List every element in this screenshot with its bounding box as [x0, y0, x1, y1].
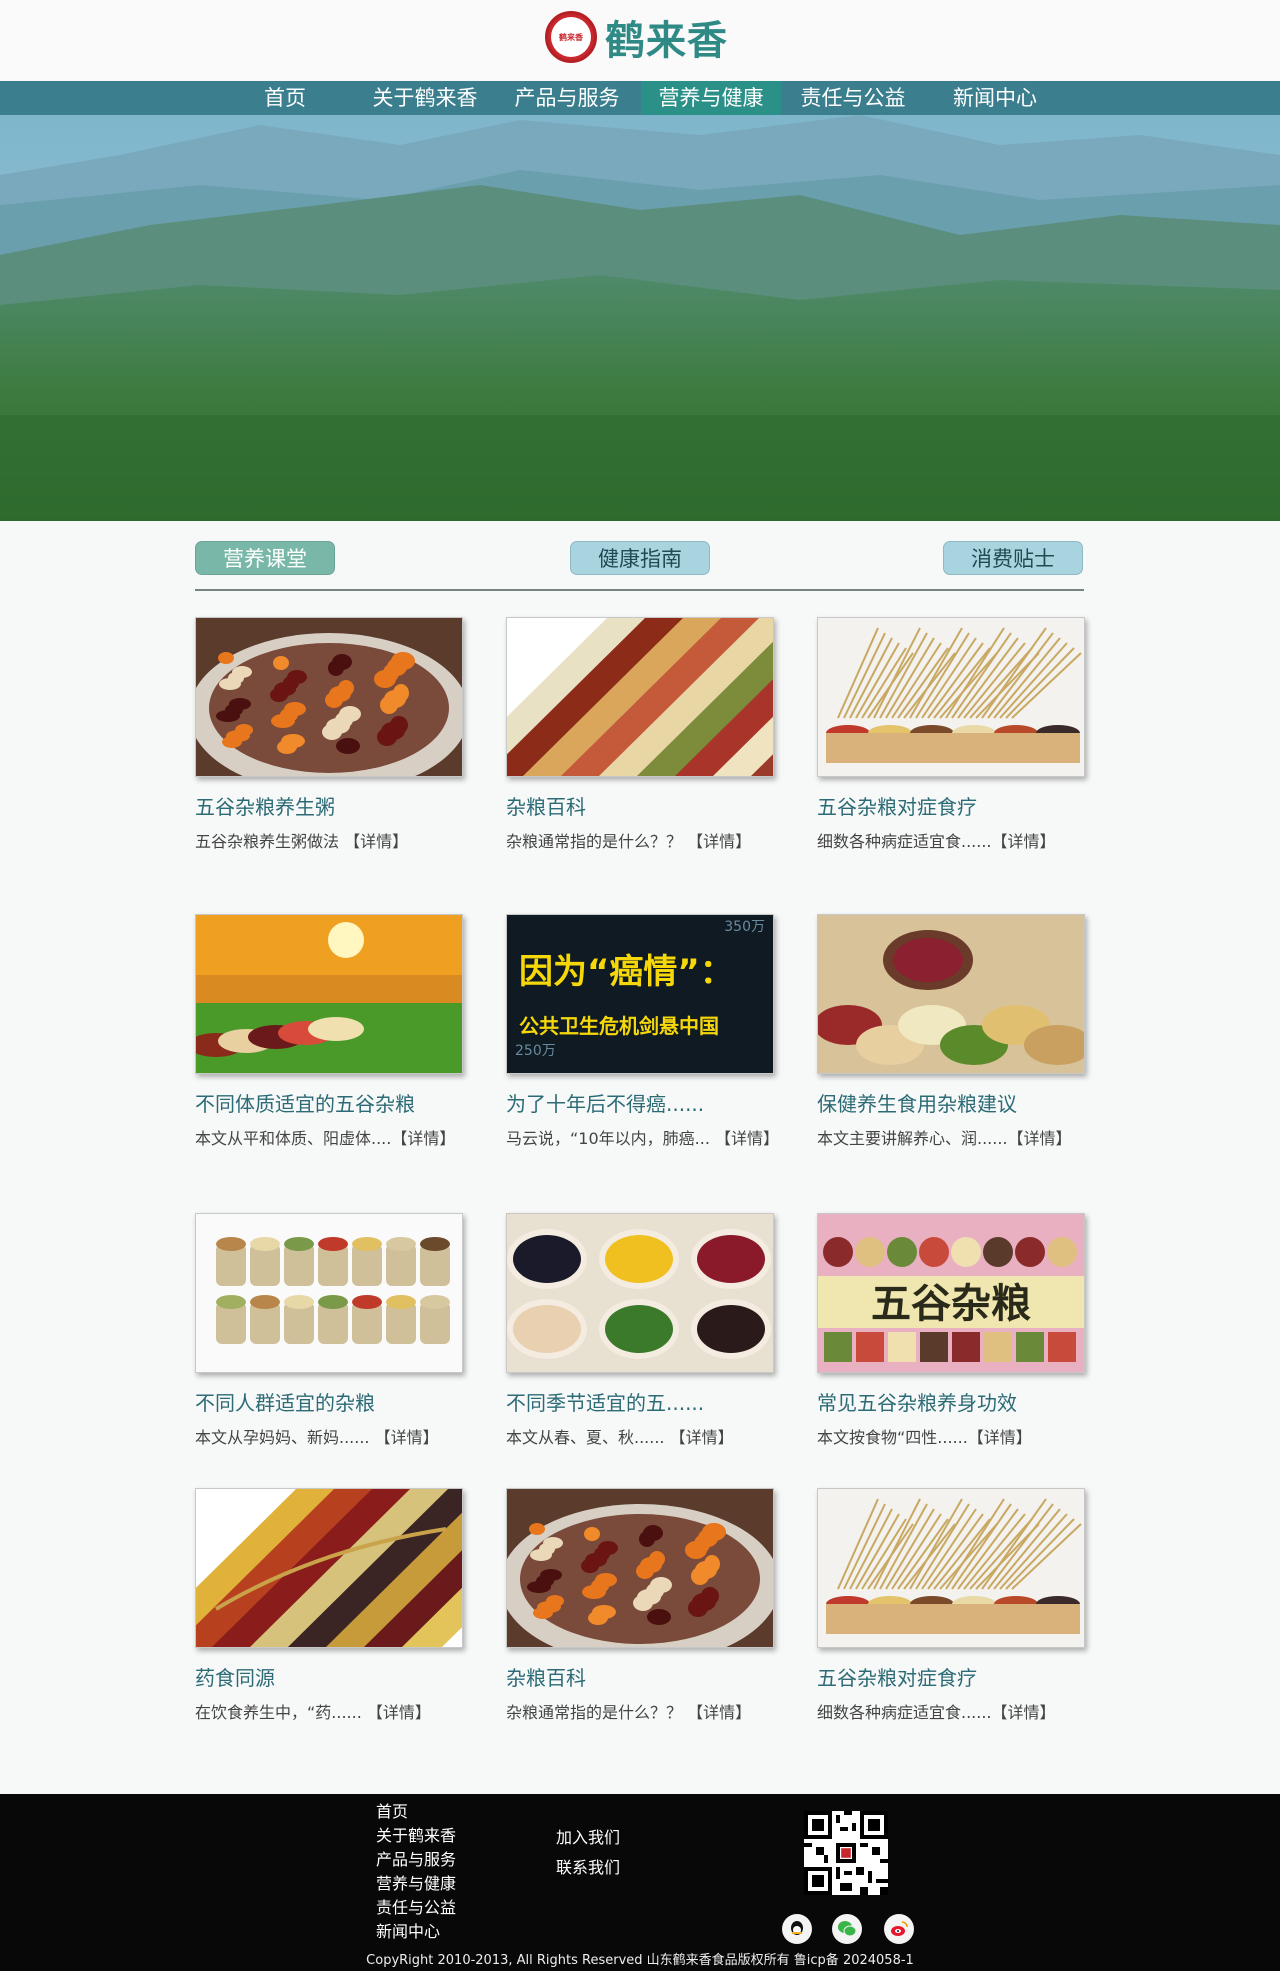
article-card[interactable]: 不同季节适宜的五...... 本文从春、夏、秋...... 【详情】: [506, 1213, 774, 1448]
weibo-icon[interactable]: [884, 1914, 914, 1944]
qq-icon[interactable]: [782, 1914, 812, 1944]
article-card[interactable]: 五谷杂粮养生粥五谷杂粮养生粥做法 【详情】: [195, 617, 463, 852]
article-card[interactable]: 杂粮百科杂粮通常指的是什么？？ 【详情】: [506, 617, 774, 852]
article-summary: 本文从春、夏、秋...... 【详情】: [506, 1428, 734, 1447]
article-summary: 本文从孕妈妈、新妈...... 【详情】: [195, 1428, 439, 1447]
article-summary: 本文按食物“四性......【详情】: [817, 1428, 1032, 1447]
article-image-0[interactable]: [196, 618, 462, 776]
article-card[interactable]: 杂粮百科杂粮通常指的是什么？？ 【详情】: [506, 1488, 774, 1723]
footer-link-nutrition[interactable]: 营养与健康: [376, 1870, 456, 1894]
article-title[interactable]: 不同人群适宜的杂粮: [195, 1387, 463, 1416]
article-title[interactable]: 五谷杂粮对症食疗: [817, 1662, 1085, 1691]
article-title[interactable]: 杂粮百科: [506, 1662, 774, 1691]
footer-link-contact[interactable]: 联系我们: [556, 1854, 620, 1878]
article-image-1[interactable]: [507, 618, 773, 776]
poster-n2: 250万: [515, 1043, 556, 1059]
article-title[interactable]: 常见五谷杂粮养身功效: [817, 1387, 1085, 1416]
hero-banner: [0, 115, 1280, 521]
site-logo[interactable]: 鹤来香 鹤来香: [545, 8, 728, 66]
footer-link-join[interactable]: 加入我们: [556, 1824, 620, 1848]
article-image-11[interactable]: [818, 1489, 1084, 1647]
article-thumbnail[interactable]: 350万因为“癌情”： 公共卫生危机剑悬中国 250万: [506, 914, 774, 1074]
article-image-8[interactable]: 五谷杂粮: [818, 1214, 1084, 1372]
footer-link-home[interactable]: 首页: [376, 1798, 408, 1822]
footer-link-products[interactable]: 产品与服务: [376, 1846, 456, 1870]
logo-seal-icon: 鹤来香: [545, 11, 597, 63]
article-card[interactable]: 保健养生食用杂粮建议本文主要讲解养心、润......【详情】: [817, 914, 1085, 1149]
article-title[interactable]: 五谷杂粮对症食疗: [817, 791, 1085, 820]
article-image-7[interactable]: [507, 1214, 773, 1372]
article-thumbnail[interactable]: [506, 1213, 774, 1373]
article-summary: 细数各种病症适宜食......【详情】: [817, 832, 1056, 851]
article-summary: 杂粮通常指的是什么？？ 【详情】: [506, 1703, 752, 1722]
nav-item-news[interactable]: 新闻中心: [930, 81, 1060, 115]
article-title[interactable]: 为了十年后不得癌......: [506, 1088, 774, 1117]
article-summary: 杂粮通常指的是什么？？ 【详情】: [506, 832, 752, 851]
article-card[interactable]: 不同体质适宜的五谷杂粮本文从平和体质、阳虚体....【详情】: [195, 914, 463, 1149]
article-card[interactable]: 不同人群适宜的杂粮本文从孕妈妈、新妈...... 【详情】: [195, 1213, 463, 1448]
article-title[interactable]: 不同体质适宜的五谷杂粮: [195, 1088, 463, 1117]
article-title[interactable]: 杂粮百科: [506, 791, 774, 820]
tab-health-guide[interactable]: 健康指南: [570, 541, 710, 575]
tab-consumer-tips[interactable]: 消费贴士: [943, 541, 1083, 575]
footer-link-responsibility[interactable]: 责任与公益: [376, 1894, 456, 1918]
article-thumbnail[interactable]: 五谷杂粮: [817, 1213, 1085, 1373]
article-summary: 在饮食养生中，“药...... 【详情】: [195, 1703, 431, 1722]
logo-text: 鹤来香: [605, 18, 728, 64]
nav-item-nutrition[interactable]: 营养与健康: [641, 81, 781, 115]
article-summary: 本文主要讲解养心、润......【详情】: [817, 1129, 1072, 1148]
article-image-5[interactable]: [818, 915, 1084, 1073]
footer-link-about[interactable]: 关于鹤来香: [376, 1822, 456, 1846]
poster-n1: 350万: [724, 919, 765, 935]
logo-seal-text: 鹤来香: [559, 32, 583, 42]
article-title[interactable]: 不同季节适宜的五......: [506, 1387, 774, 1416]
article-thumbnail[interactable]: [506, 1488, 774, 1648]
article-thumbnail[interactable]: [195, 1488, 463, 1648]
nav-item-responsibility[interactable]: 责任与公益: [788, 81, 918, 115]
article-thumbnail[interactable]: [195, 617, 463, 777]
poster-line2: 公共卫生危机剑悬中国: [519, 1014, 719, 1038]
article-title[interactable]: 五谷杂粮养生粥: [195, 791, 463, 820]
main-nav: 首页 关于鹤来香 产品与服务 营养与健康 责任与公益 新闻中心: [0, 81, 1280, 115]
article-thumbnail[interactable]: [195, 914, 463, 1074]
article-summary: 细数各种病症适宜食......【详情】: [817, 1703, 1056, 1722]
article-thumbnail[interactable]: [817, 914, 1085, 1074]
article-image-9[interactable]: [196, 1489, 462, 1647]
site-header: 鹤来香 鹤来香: [0, 0, 1280, 80]
article-image-3[interactable]: [196, 915, 462, 1073]
article-thumbnail[interactable]: [817, 617, 1085, 777]
article-card[interactable]: 五谷杂粮对症食疗细数各种病症适宜食......【详情】: [817, 617, 1085, 852]
article-title[interactable]: 药食同源: [195, 1662, 463, 1691]
article-thumbnail[interactable]: [506, 617, 774, 777]
article-summary: 五谷杂粮养生粥做法 【详情】: [195, 832, 409, 851]
nav-item-about[interactable]: 关于鹤来香: [360, 81, 490, 115]
nav-item-products[interactable]: 产品与服务: [502, 81, 632, 115]
article-summary: 马云说，“10年以内，肺癌... 【详情】: [506, 1129, 779, 1148]
article-title[interactable]: 保健养生食用杂粮建议: [817, 1088, 1085, 1117]
article-thumbnail[interactable]: [817, 1488, 1085, 1648]
site-footer: 首页 关于鹤来香 产品与服务 营养与健康 责任与公益 新闻中心 加入我们 联系我…: [0, 1794, 1280, 1971]
wechat-icon[interactable]: [832, 1914, 862, 1944]
tab-nutrition-class[interactable]: 营养课堂: [195, 541, 335, 575]
copyright-text: CopyRight 2010-2013, All Rights Reserved…: [366, 1953, 914, 1968]
tab-divider: [195, 589, 1084, 591]
article-card[interactable]: 药食同源在饮食养生中，“药...... 【详情】: [195, 1488, 463, 1723]
article-summary: 本文从平和体质、阳虚体....【详情】: [195, 1129, 456, 1148]
article-image-10[interactable]: [507, 1489, 773, 1647]
article-card[interactable]: 五谷杂粮对症食疗细数各种病症适宜食......【详情】: [817, 1488, 1085, 1723]
article-thumbnail[interactable]: [195, 1213, 463, 1373]
poster-wugu: 五谷杂粮: [871, 1280, 1031, 1327]
mountain-landscape-image: [0, 115, 1280, 521]
footer-link-news[interactable]: 新闻中心: [376, 1918, 440, 1942]
article-card[interactable]: 五谷杂粮常见五谷杂粮养身功效本文按食物“四性......【详情】: [817, 1213, 1085, 1448]
qr-code-icon: [804, 1811, 888, 1895]
poster-line1: 因为“癌情”：: [519, 952, 734, 992]
category-tabs: 营养课堂 健康指南 消费贴士: [0, 521, 1280, 591]
article-card[interactable]: 350万因为“癌情”： 公共卫生危机剑悬中国 250万为了十年后不得癌...... 马…: [506, 914, 779, 1149]
article-image-4[interactable]: 350万因为“癌情”： 公共卫生危机剑悬中国 250万: [507, 915, 773, 1073]
nav-item-home[interactable]: 首页: [245, 81, 325, 115]
article-image-6[interactable]: [196, 1214, 462, 1372]
article-image-2[interactable]: [818, 618, 1084, 776]
